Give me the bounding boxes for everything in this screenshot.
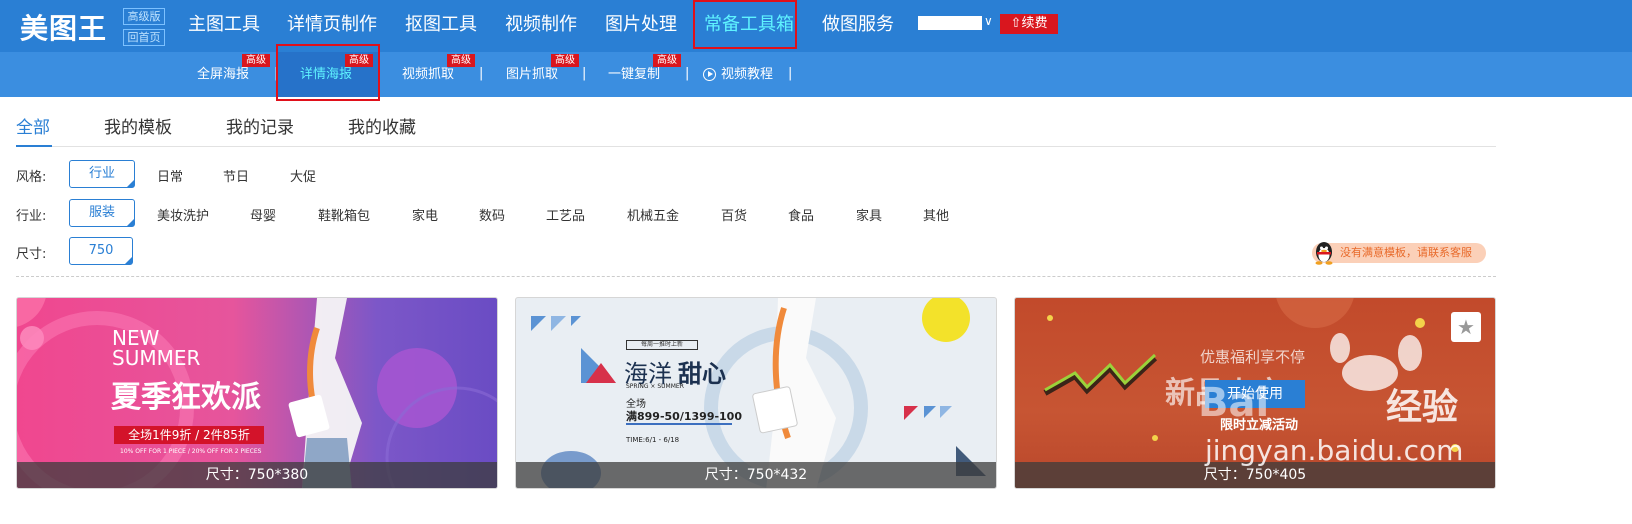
filter-industry-option[interactable]: 鞋靴箱包: [318, 205, 370, 224]
hot-badge: 高级: [551, 54, 579, 67]
filter-industry-selected[interactable]: 服装: [69, 199, 135, 227]
filter-style-option[interactable]: 节日: [223, 166, 249, 185]
filter-industry-option[interactable]: 其他: [923, 205, 949, 224]
hot-badge: 高级: [653, 54, 681, 67]
home-link[interactable]: 回首页: [123, 29, 165, 46]
nav-detail-page[interactable]: 详情页制作: [287, 12, 377, 38]
template-card-1[interactable]: NEW SUMMER 夏季狂欢派 全场1件9折 / 2件85折 10% OFF …: [16, 297, 498, 489]
filter-industry-option[interactable]: 百货: [721, 205, 747, 224]
card2-size: 尺寸：750*432: [516, 462, 996, 488]
username-redacted[interactable]: [918, 16, 982, 30]
renew-label: 续费: [1021, 16, 1048, 31]
watermark-jingyan: 经验: [1386, 387, 1459, 428]
divider: |: [788, 66, 793, 81]
card2-time: TIME:6/1 - 6/18: [626, 436, 680, 444]
filter-industry-option[interactable]: 数码: [479, 205, 505, 224]
nav-image-processing[interactable]: 图片处理: [605, 12, 677, 38]
filter-style-option[interactable]: 日常: [157, 166, 183, 185]
subnav-video-grab[interactable]: 视频抓取: [402, 66, 454, 84]
logo[interactable]: 美图王: [20, 7, 107, 47]
card1-title: 夏季狂欢派: [111, 380, 261, 415]
divider: |: [479, 66, 484, 81]
arrow-up-icon: ⇧: [1010, 16, 1022, 31]
card2-art: [531, 298, 986, 488]
card2-tag: 每周一推时上新: [626, 340, 698, 350]
qq-penguin-icon: [1315, 242, 1333, 265]
tab-all[interactable]: 全部: [16, 117, 50, 139]
card2-subtitle: SPRING × SUMMER: [626, 383, 684, 390]
star-icon[interactable]: ★: [1451, 312, 1481, 342]
nav-video-production[interactable]: 视频制作: [505, 12, 577, 38]
tabs-divider: [16, 146, 1496, 147]
highlight-box-toolbox: [693, 0, 797, 49]
card1-size: 尺寸：750*380: [17, 462, 497, 488]
card1-fine-print: 10% OFF FOR 1 PIECE / 20% OFF FOR 2 PIEC…: [120, 448, 262, 455]
filter-style-selected[interactable]: 行业: [69, 160, 135, 188]
hot-badge: 高级: [242, 54, 270, 67]
filter-industry-option[interactable]: 工艺品: [546, 205, 585, 224]
filter-industry-option[interactable]: 家电: [412, 205, 438, 224]
filters-divider: [16, 276, 1496, 277]
play-icon: [703, 68, 716, 81]
template-card-2[interactable]: 每周一推时上新 海洋 甜心 SPRING × SUMMER 全场 满899-50…: [515, 297, 997, 489]
divider: |: [685, 66, 690, 81]
filter-industry-option[interactable]: 家具: [856, 205, 882, 224]
tab-my-templates[interactable]: 我的模板: [104, 117, 172, 139]
watermark-url: jingyan.baidu.com: [1205, 434, 1464, 467]
watermark-bai: Bai: [1198, 380, 1270, 426]
filter-industry-option[interactable]: 机械五金: [627, 205, 679, 224]
card2-rule: [626, 423, 732, 425]
card1-promo: 全场1件9折 / 2件85折: [114, 426, 264, 444]
filter-industry-option[interactable]: 美妆洗护: [157, 205, 209, 224]
nav-design-service[interactable]: 做图服务: [822, 12, 894, 38]
card3-text1: 优惠福利享不停: [1200, 348, 1306, 366]
filter-size-selected[interactable]: 750: [69, 237, 133, 265]
subnav-image-grab[interactable]: 图片抓取: [506, 66, 558, 84]
version-badge: 高级版: [123, 8, 165, 25]
filter-industry-option[interactable]: 食品: [788, 205, 814, 224]
tab-active-underline: [16, 145, 52, 147]
nav-cutout-tools[interactable]: 抠图工具: [405, 12, 477, 38]
card2-title-b: 甜心: [678, 360, 726, 388]
subnav-one-click-copy[interactable]: 一键复制: [608, 66, 660, 84]
contact-service-link[interactable]: 没有满意模板，请联系客服: [1312, 243, 1486, 263]
tab-my-records[interactable]: 我的记录: [226, 117, 294, 139]
filter-industry-option[interactable]: 母婴: [250, 205, 276, 224]
renew-button[interactable]: ⇧续费: [1000, 14, 1058, 34]
card2-line2: 满899-50/1399-100: [626, 410, 742, 423]
filter-style-label: 风格:: [16, 170, 47, 185]
filter-style-option[interactable]: 大促: [290, 166, 316, 185]
filter-industry-label: 行业:: [16, 209, 47, 224]
hot-badge: 高级: [447, 54, 475, 67]
tab-my-favorites[interactable]: 我的收藏: [348, 117, 416, 139]
divider: |: [582, 66, 587, 81]
subnav-fullscreen-poster[interactable]: 全屏海报: [197, 66, 249, 84]
nav-main-image-tools[interactable]: 主图工具: [188, 12, 260, 38]
subnav-video-tutorial[interactable]: 视频教程: [721, 66, 773, 84]
card1-en-summer: SUMMER: [112, 346, 201, 370]
highlight-box-detail-poster: [276, 44, 380, 101]
filter-size-label: 尺寸:: [16, 247, 47, 262]
chevron-down-icon[interactable]: ∨: [984, 14, 993, 28]
